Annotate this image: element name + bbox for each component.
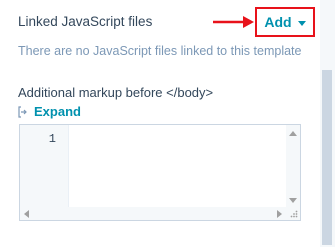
scroll-left-icon[interactable] (24, 210, 29, 218)
red-arrow-icon (213, 16, 254, 28)
scroll-up-icon[interactable] (289, 131, 297, 136)
editor-horizontal-scrollbar[interactable] (20, 207, 286, 220)
panel-scrollbar-thumb[interactable] (322, 70, 332, 245)
editor-vertical-scrollbar[interactable] (286, 125, 300, 209)
additional-markup-title: Additional markup before </body> (18, 85, 214, 100)
linked-js-title: Linked JavaScript files (18, 14, 153, 29)
template-settings-panel: Linked JavaScript files Add There are no… (0, 0, 320, 247)
resize-handle[interactable] (286, 207, 300, 220)
panel-scrollbar[interactable] (320, 0, 335, 247)
resize-grip-icon (290, 210, 298, 218)
line-number: 1 (48, 132, 56, 146)
add-button-label: Add (264, 14, 292, 30)
code-editor[interactable]: 1 (19, 124, 301, 221)
editor-gutter: 1 (20, 125, 69, 209)
scroll-down-icon[interactable] (289, 198, 297, 203)
no-linked-js-message: There are no JavaScript files linked to … (18, 44, 302, 58)
add-js-file-button[interactable]: Add (255, 7, 315, 37)
code-input-area[interactable] (69, 125, 287, 209)
expand-editor-link[interactable]: Expand (18, 104, 81, 119)
scroll-right-icon[interactable] (277, 210, 282, 218)
caret-down-icon (297, 20, 306, 26)
expand-label: Expand (34, 104, 81, 119)
expand-icon (18, 105, 27, 118)
